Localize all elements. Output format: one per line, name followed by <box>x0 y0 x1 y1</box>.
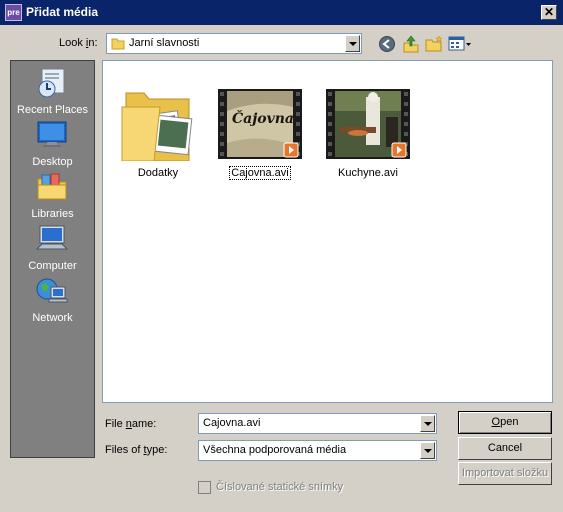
video-thumbnail-text: Čajovna <box>231 111 294 127</box>
cancel-button[interactable]: Cancel <box>458 437 552 460</box>
file-list-pane: Dodatky Čajovna Cajovna.avi Kuchyne.avi <box>102 60 553 403</box>
look-in-dropdown[interactable]: Jarní slavnosti <box>106 33 362 54</box>
chevron-down-icon[interactable] <box>420 415 435 432</box>
file-item-label: Dodatky <box>137 167 179 179</box>
new-folder-icon[interactable] <box>425 35 443 53</box>
file-name-value: Cajovna.avi <box>203 417 261 429</box>
video-thumbnail <box>326 89 410 159</box>
numbered-stills-label: Číslované statické snímky <box>216 481 344 493</box>
place-label: Recent Places <box>17 104 88 116</box>
file-item-video[interactable]: Čajovna Cajovna.avi <box>210 61 310 191</box>
look-in-label: Look in: <box>59 37 98 49</box>
open-button[interactable]: Open <box>458 411 552 434</box>
place-label: Desktop <box>32 156 73 168</box>
file-item-label: Kuchyne.avi <box>338 167 398 179</box>
place-label: Libraries <box>31 208 74 220</box>
file-item-label: Cajovna.avi <box>229 166 291 180</box>
computer-icon <box>35 225 69 250</box>
file-type-value: Všechna podporovaná média <box>203 444 347 456</box>
file-type-dropdown[interactable]: Všechna podporovaná média <box>198 440 437 461</box>
app-icon: pre <box>5 4 22 21</box>
file-item-folder[interactable]: Dodatky <box>108 61 208 191</box>
title-bar: pre Přidat média ✕ <box>0 0 563 25</box>
numbered-stills-checkbox[interactable] <box>198 481 211 494</box>
place-label: Computer <box>28 260 77 272</box>
file-name-field[interactable]: Cajovna.avi <box>198 413 437 434</box>
libraries-icon <box>37 173 67 200</box>
up-folder-icon[interactable] <box>402 35 420 53</box>
view-menu-icon[interactable] <box>448 35 472 53</box>
import-folder-button[interactable]: Importovat složku <box>458 462 552 485</box>
chevron-down-icon[interactable] <box>345 35 360 52</box>
place-label: Network <box>32 312 73 324</box>
file-item-video[interactable]: Kuchyne.avi <box>318 61 418 191</box>
look-in-value: Jarní slavnosti <box>129 37 200 49</box>
file-name-label: File name: <box>105 418 157 430</box>
network-icon <box>36 278 68 303</box>
file-type-label: Files of type: <box>105 444 168 456</box>
window-title: Přidat média <box>26 5 99 19</box>
chevron-down-icon[interactable] <box>420 442 435 459</box>
folder-icon <box>111 38 125 50</box>
desktop-icon <box>37 121 67 147</box>
recent-places-icon <box>38 68 65 98</box>
back-icon[interactable] <box>378 35 396 53</box>
places-bar: Recent Places Desktop Libraries Computer <box>10 60 95 458</box>
close-button[interactable]: ✕ <box>541 5 557 20</box>
folder-icon <box>121 92 193 161</box>
